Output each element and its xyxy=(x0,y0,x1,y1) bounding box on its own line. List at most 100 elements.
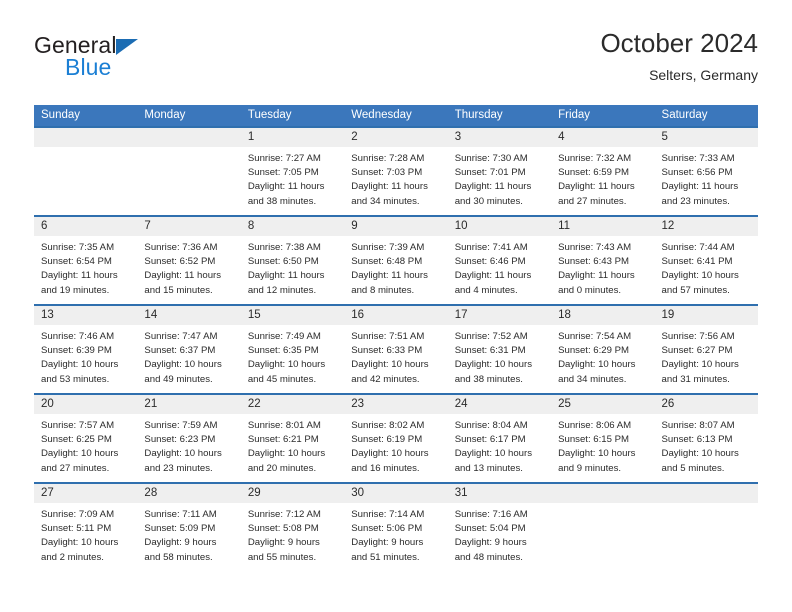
sunrise-line: Sunrise: 7:32 AM xyxy=(558,153,632,164)
sunrise-line: Sunrise: 7:51 AM xyxy=(351,331,425,342)
sunset-line: Sunset: 5:09 PM xyxy=(144,523,216,535)
daylight-line-1: Daylight: 10 hours xyxy=(558,359,636,371)
day-cell[interactable]: 2 Sunrise: 7:28 AM Sunset: 7:03 PM Dayli… xyxy=(344,126,448,216)
sunrise-line: Sunrise: 7:14 AM xyxy=(351,509,425,520)
day-details xyxy=(137,147,240,152)
day-number xyxy=(34,128,138,147)
sunrise-line: Sunrise: 7:12 AM xyxy=(247,509,321,520)
sunset-line: Sunset: 6:56 PM xyxy=(661,167,733,179)
day-cell[interactable] xyxy=(551,482,655,572)
day-cell[interactable]: 24 Sunrise: 8:04 AM Sunset: 6:17 PM Dayl… xyxy=(447,393,552,483)
day-cell[interactable]: 21 Sunrise: 7:59 AM Sunset: 6:23 PM Dayl… xyxy=(137,393,241,483)
day-cell[interactable]: 5 Sunrise: 7:33 AM Sunset: 6:56 PM Dayli… xyxy=(654,126,758,216)
day-cell[interactable]: 18 Sunrise: 7:54 AM Sunset: 6:29 PM Dayl… xyxy=(551,304,655,394)
calendar-page: General Blue October 2024 Selters, Germa… xyxy=(0,0,792,612)
sunrise-line: Sunrise: 7:39 AM xyxy=(351,242,425,253)
day-cell[interactable]: 19 Sunrise: 7:56 AM Sunset: 6:27 PM Dayl… xyxy=(654,304,758,394)
daylight-line-1: Daylight: 10 hours xyxy=(351,359,429,371)
daylight-line-2: and 42 minutes. xyxy=(351,373,420,385)
day-cell[interactable]: 27 Sunrise: 7:09 AM Sunset: 5:11 PM Dayl… xyxy=(34,482,138,572)
daylight-line-1: Daylight: 11 hours xyxy=(454,181,532,193)
daylight-line-1: Daylight: 10 hours xyxy=(247,359,326,371)
day-cell[interactable]: 6 Sunrise: 7:35 AM Sunset: 6:54 PM Dayli… xyxy=(34,215,138,305)
day-cell[interactable]: 7 Sunrise: 7:36 AM Sunset: 6:52 PM Dayli… xyxy=(137,215,241,305)
day-cell[interactable] xyxy=(654,482,758,572)
day-cell[interactable]: 16 Sunrise: 7:51 AM Sunset: 6:33 PM Dayl… xyxy=(344,304,448,394)
day-number: 7 xyxy=(137,217,241,236)
day-number: 25 xyxy=(551,395,655,414)
calendar-grid: Sunday Monday Tuesday Wednesday Thursday… xyxy=(34,105,758,572)
daylight-line-1: Daylight: 11 hours xyxy=(558,181,635,193)
day-cell[interactable]: 14 Sunrise: 7:47 AM Sunset: 6:37 PM Dayl… xyxy=(137,304,241,394)
day-cell[interactable]: 29 Sunrise: 7:12 AM Sunset: 5:08 PM Dayl… xyxy=(240,482,345,572)
day-cell[interactable]: 22 Sunrise: 8:01 AM Sunset: 6:21 PM Dayl… xyxy=(240,393,345,483)
day-cell[interactable]: 23 Sunrise: 8:02 AM Sunset: 6:19 PM Dayl… xyxy=(344,393,448,483)
daylight-line-1: Daylight: 10 hours xyxy=(661,359,739,371)
day-cell[interactable]: 3 Sunrise: 7:30 AM Sunset: 7:01 PM Dayli… xyxy=(447,126,552,216)
brand-logo[interactable]: General Blue xyxy=(34,34,214,90)
day-cell[interactable]: 13 Sunrise: 7:46 AM Sunset: 6:39 PM Dayl… xyxy=(34,304,138,394)
calendar-header-row: Sunday Monday Tuesday Wednesday Thursday… xyxy=(34,105,758,127)
daylight-line-1: Daylight: 10 hours xyxy=(454,359,533,371)
daylight-line-2: and 31 minutes. xyxy=(661,373,730,385)
day-details: Sunrise: 7:44 AM Sunset: 6:41 PM Dayligh… xyxy=(655,236,758,298)
daylight-line-2: and 38 minutes. xyxy=(454,373,523,385)
daylight-line-1: Daylight: 11 hours xyxy=(247,270,325,282)
page-header: General Blue October 2024 Selters, Germa… xyxy=(34,28,758,98)
day-cell[interactable]: 1 Sunrise: 7:27 AM Sunset: 7:05 PM Dayli… xyxy=(240,126,345,216)
sunset-line: Sunset: 6:37 PM xyxy=(144,345,216,357)
day-cell[interactable]: 11 Sunrise: 7:43 AM Sunset: 6:43 PM Dayl… xyxy=(551,215,655,305)
daylight-line-2: and 0 minutes. xyxy=(558,284,622,296)
day-cell[interactable] xyxy=(137,126,241,216)
daylight-line-2: and 16 minutes. xyxy=(351,462,420,474)
daylight-line-2: and 2 minutes. xyxy=(41,551,104,563)
day-details: Sunrise: 7:57 AM Sunset: 6:25 PM Dayligh… xyxy=(34,414,137,476)
day-cell[interactable]: 26 Sunrise: 8:07 AM Sunset: 6:13 PM Dayl… xyxy=(654,393,758,483)
day-number: 27 xyxy=(34,484,138,503)
sunrise-line: Sunrise: 8:04 AM xyxy=(454,420,528,431)
sunrise-line: Sunrise: 8:02 AM xyxy=(351,420,425,431)
daylight-line-1: Daylight: 10 hours xyxy=(558,448,636,460)
day-details: Sunrise: 7:09 AM Sunset: 5:11 PM Dayligh… xyxy=(34,503,137,565)
day-cell[interactable] xyxy=(34,126,138,216)
day-details xyxy=(34,147,137,152)
day-cell[interactable]: 17 Sunrise: 7:52 AM Sunset: 6:31 PM Dayl… xyxy=(447,304,552,394)
day-details: Sunrise: 8:02 AM Sunset: 6:19 PM Dayligh… xyxy=(344,414,447,476)
day-cell[interactable]: 4 Sunrise: 7:32 AM Sunset: 6:59 PM Dayli… xyxy=(551,126,655,216)
day-number xyxy=(551,484,655,503)
day-cell[interactable]: 20 Sunrise: 7:57 AM Sunset: 6:25 PM Dayl… xyxy=(34,393,138,483)
calendar-table: Sunday Monday Tuesday Wednesday Thursday… xyxy=(34,105,758,572)
day-number: 8 xyxy=(240,217,345,236)
daylight-line-1: Daylight: 11 hours xyxy=(144,270,222,282)
day-number: 31 xyxy=(447,484,552,503)
daylight-line-1: Daylight: 11 hours xyxy=(661,181,739,193)
sunset-line: Sunset: 5:06 PM xyxy=(351,523,423,535)
sunset-line: Sunset: 5:08 PM xyxy=(247,523,319,535)
daylight-line-2: and 20 minutes. xyxy=(247,462,317,474)
daylight-line-1: Daylight: 10 hours xyxy=(41,359,119,371)
day-cell[interactable]: 25 Sunrise: 8:06 AM Sunset: 6:15 PM Dayl… xyxy=(551,393,655,483)
day-cell[interactable]: 10 Sunrise: 7:41 AM Sunset: 6:46 PM Dayl… xyxy=(447,215,552,305)
sunrise-line: Sunrise: 7:11 AM xyxy=(144,509,217,520)
sunset-line: Sunset: 6:48 PM xyxy=(351,256,423,268)
daylight-line-1: Daylight: 10 hours xyxy=(41,537,119,549)
daylight-line-1: Daylight: 11 hours xyxy=(558,270,635,282)
day-cell[interactable]: 8 Sunrise: 7:38 AM Sunset: 6:50 PM Dayli… xyxy=(240,215,345,305)
day-cell[interactable]: 12 Sunrise: 7:44 AM Sunset: 6:41 PM Dayl… xyxy=(654,215,758,305)
day-cell[interactable]: 30 Sunrise: 7:14 AM Sunset: 5:06 PM Dayl… xyxy=(344,482,448,572)
daylight-line-2: and 4 minutes. xyxy=(454,284,518,296)
day-details: Sunrise: 7:27 AM Sunset: 7:05 PM Dayligh… xyxy=(241,147,344,209)
day-cell[interactable]: 31 Sunrise: 7:16 AM Sunset: 5:04 PM Dayl… xyxy=(447,482,552,572)
day-number: 12 xyxy=(654,217,758,236)
day-number xyxy=(137,128,241,147)
day-cell[interactable]: 15 Sunrise: 7:49 AM Sunset: 6:35 PM Dayl… xyxy=(240,304,345,394)
day-cell[interactable]: 9 Sunrise: 7:39 AM Sunset: 6:48 PM Dayli… xyxy=(344,215,448,305)
daylight-line-1: Daylight: 11 hours xyxy=(247,181,325,193)
page-subtitle: Selters, Germany xyxy=(649,67,758,83)
calendar-week-row: 1 Sunrise: 7:27 AM Sunset: 7:05 PM Dayli… xyxy=(34,126,758,216)
calendar-week-row: 6 Sunrise: 7:35 AM Sunset: 6:54 PM Dayli… xyxy=(34,215,758,305)
calendar-week-row: 13 Sunrise: 7:46 AM Sunset: 6:39 PM Dayl… xyxy=(34,304,758,394)
day-details: Sunrise: 7:46 AM Sunset: 6:39 PM Dayligh… xyxy=(34,325,137,387)
day-number xyxy=(654,484,758,503)
day-cell[interactable]: 28 Sunrise: 7:11 AM Sunset: 5:09 PM Dayl… xyxy=(137,482,241,572)
